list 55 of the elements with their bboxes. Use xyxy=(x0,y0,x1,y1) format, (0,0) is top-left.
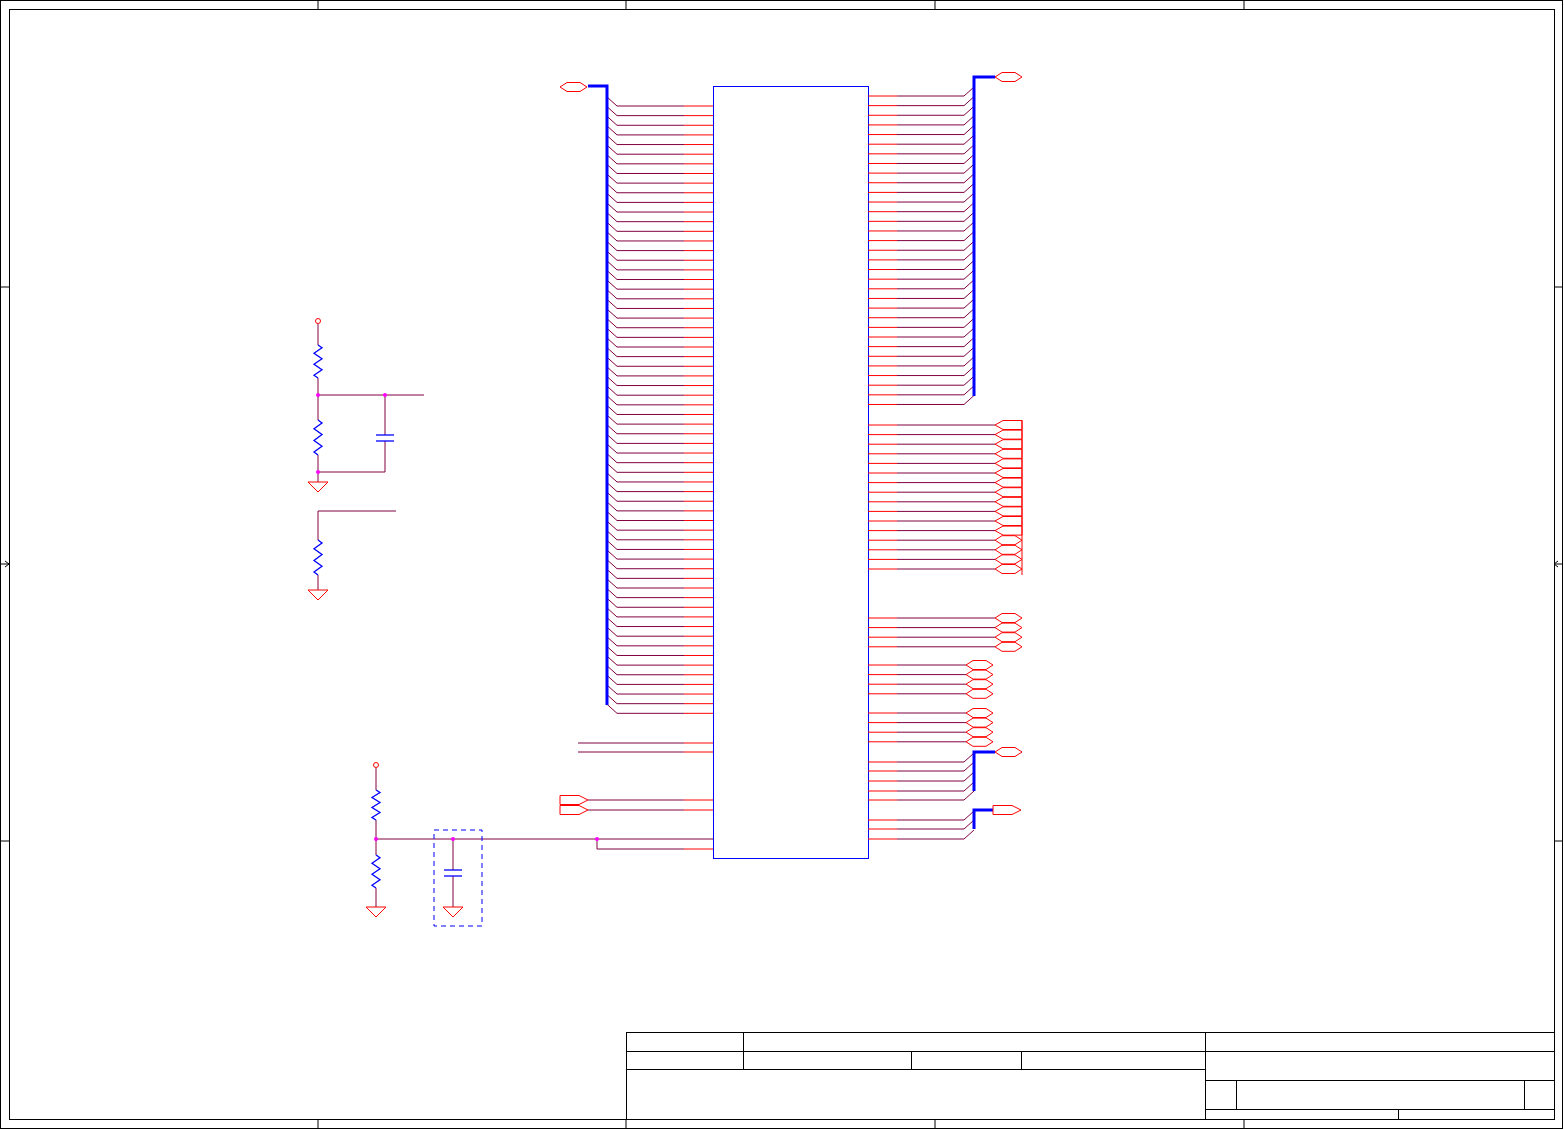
port-icon xyxy=(992,805,1022,815)
ground-icon xyxy=(307,481,329,493)
port-icon xyxy=(994,477,1023,488)
terminal-icon xyxy=(373,762,379,768)
bus-line xyxy=(972,750,995,791)
capacitor-icon xyxy=(375,434,395,442)
port-icon xyxy=(994,496,1023,507)
port-icon xyxy=(965,688,994,699)
port-icon xyxy=(994,448,1023,459)
port-icon xyxy=(994,506,1023,517)
terminal-icon xyxy=(315,318,321,324)
port-icon xyxy=(994,487,1023,498)
junction-dot xyxy=(374,837,378,841)
ground-icon xyxy=(307,589,329,601)
port-icon xyxy=(994,72,1023,82)
port-icon xyxy=(965,736,994,747)
bus-line xyxy=(972,808,993,829)
port-icon xyxy=(994,525,1023,536)
capacitor-icon xyxy=(443,869,463,877)
port-icon xyxy=(994,420,1023,430)
resistor-icon xyxy=(370,854,382,889)
port-icon xyxy=(994,641,1023,652)
ground-icon xyxy=(365,906,387,918)
junction-dot xyxy=(595,837,599,841)
port-icon xyxy=(994,439,1023,450)
port-icon xyxy=(994,747,1023,757)
port-icon xyxy=(994,622,1023,633)
port-icon xyxy=(559,795,589,805)
port-icon xyxy=(965,708,994,718)
port-icon xyxy=(965,717,994,728)
port-icon xyxy=(965,660,994,670)
resistor-icon xyxy=(312,539,324,576)
port-icon xyxy=(994,564,1023,574)
resistor-icon xyxy=(370,789,382,821)
port-icon xyxy=(994,613,1023,623)
resistor-icon xyxy=(312,419,324,456)
port-icon xyxy=(559,805,589,815)
port-icon xyxy=(994,535,1023,546)
resistor-icon xyxy=(312,344,324,379)
port-icon xyxy=(965,679,994,690)
port-icon xyxy=(994,429,1023,440)
port-icon xyxy=(994,632,1023,643)
junction-dot xyxy=(383,393,387,397)
port-icon xyxy=(994,458,1023,469)
junction-dot xyxy=(451,837,455,841)
junction-dot xyxy=(316,393,320,397)
port-icon xyxy=(965,727,994,738)
port-icon xyxy=(994,554,1023,565)
junction-dot xyxy=(316,470,320,474)
port-icon xyxy=(965,669,994,680)
port-icon xyxy=(994,544,1023,555)
ground-icon xyxy=(442,906,464,918)
port-icon xyxy=(559,82,588,92)
port-icon xyxy=(994,468,1023,478)
port-icon xyxy=(994,516,1023,526)
